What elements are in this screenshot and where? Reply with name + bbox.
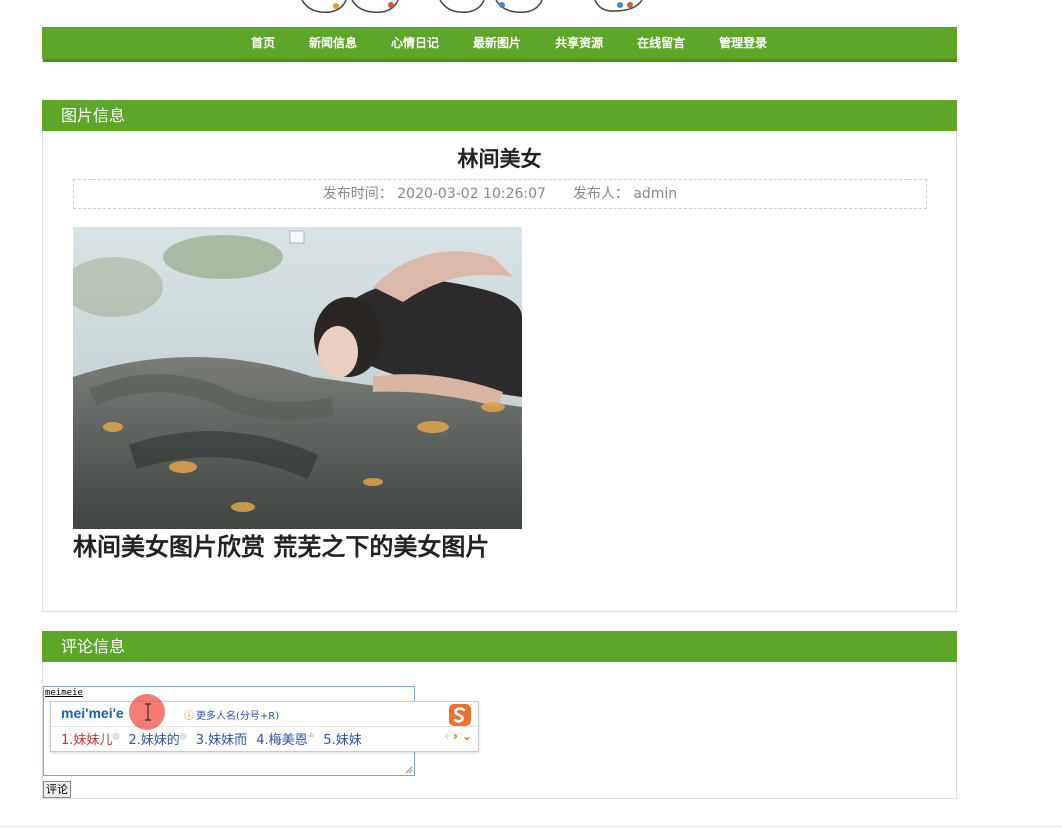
comment-submit-button[interactable]: 评论: [43, 781, 71, 798]
ime-candidate[interactable]: 1.妹妹儿◎: [61, 729, 119, 748]
ime-prev-page-icon[interactable]: ‹: [444, 729, 449, 743]
author-label: 发布人：: [572, 186, 629, 202]
ime-candidate[interactable]: 3.妹妹而: [196, 729, 247, 748]
ime-candidate[interactable]: 5.妹妹: [323, 729, 361, 748]
nav-home[interactable]: 首页: [234, 27, 292, 59]
ime-pinyin: mei'mei'e: [61, 705, 124, 721]
photo-caption: 林间美女图片欣赏 荒芜之下的美女图片: [73, 533, 490, 561]
ime-next-page-icon[interactable]: ›: [453, 729, 458, 743]
ime-candidate[interactable]: 2.妹妹的◎: [128, 729, 186, 748]
main-nav: 首页 新闻信息 心情日记 最新图片 共享资源 在线留言 管理登录: [42, 27, 957, 62]
publish-time-label: 发布时间：: [322, 186, 393, 202]
author-name: admin: [633, 186, 678, 202]
ime-candidate[interactable]: 4.梅美恩≗: [256, 729, 314, 748]
text-cursor-icon: [145, 703, 151, 721]
nav-admin-login[interactable]: 管理登录: [702, 27, 784, 59]
ime-candidate-popup: mei'mei'e ⓘ 更多人名(分号+R) 1.妹妹儿◎ 2.妹妹的◎ 3.妹妹…: [50, 701, 479, 752]
site-logo: [290, 0, 670, 18]
post-title: 林间美女: [457, 147, 542, 171]
page-bottom-divider: [0, 826, 1062, 827]
nav-guestbook[interactable]: 在线留言: [620, 27, 702, 59]
comment-input-text: meimeie: [45, 688, 83, 698]
publish-time: 2020-03-02 10:26:07: [397, 186, 546, 202]
resize-grip-icon[interactable]: [405, 766, 413, 774]
comment-panel-header: 评论信息: [42, 631, 957, 662]
nav-photos[interactable]: 最新图片: [456, 27, 538, 59]
ime-expand-icon[interactable]: ⌄: [462, 729, 472, 743]
photo-panel-title: 图片信息: [61, 106, 126, 125]
nav-diary[interactable]: 心情日记: [374, 27, 456, 59]
nav-news[interactable]: 新闻信息: [292, 27, 374, 59]
sogou-logo-icon: [449, 704, 471, 726]
photo-panel-header: 图片信息: [42, 100, 957, 131]
post-meta: 发布时间： 2020-03-02 10:26:07 发布人： admin: [73, 179, 927, 209]
comment-panel-title: 评论信息: [61, 637, 126, 656]
post-photo: [73, 227, 522, 529]
nav-underline: [42, 59, 959, 63]
info-icon: ⓘ: [184, 711, 194, 722]
ime-candidate-list: 1.妹妹儿◎ 2.妹妹的◎ 3.妹妹而 4.梅美恩≗ 5.妹妹: [61, 729, 362, 748]
nav-resources[interactable]: 共享资源: [538, 27, 620, 59]
ime-hint[interactable]: ⓘ 更多人名(分号+R): [184, 707, 279, 722]
photo-panel-body: 林间美女 发布时间： 2020-03-02 10:26:07 发布人： admi…: [42, 131, 957, 612]
